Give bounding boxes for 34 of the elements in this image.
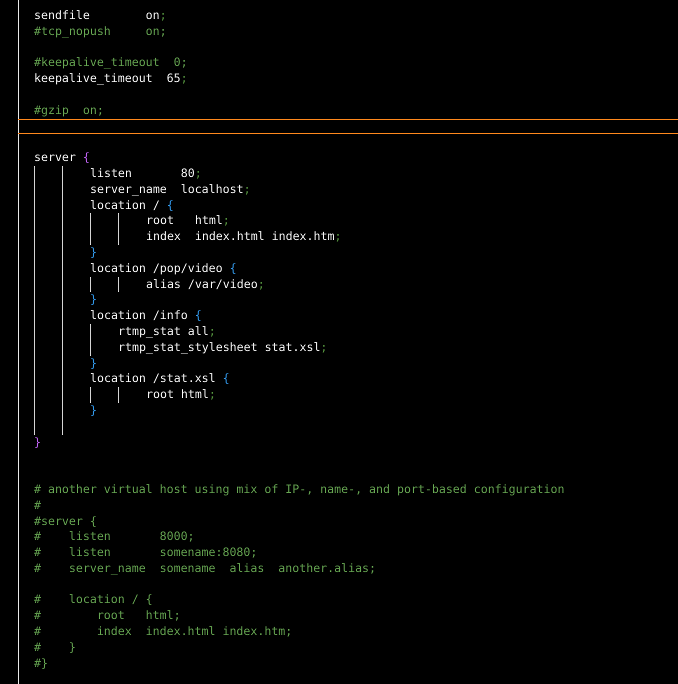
code-line: } [34,434,41,449]
code-line: listen 80; [90,166,202,180]
code-line: # another virtual host using mix of IP-, name-, and port-based configuration [34,482,564,496]
code-line: #} [34,656,48,670]
code-line: root html; [146,387,216,402]
code-line: #gzip on; [34,102,104,117]
code-line: rtmp_stat_stylesheet stat.xsl; [118,340,328,354]
code-line: location /pop/video { [90,260,237,275]
code-line: # [34,498,41,512]
code-line: server { [34,150,90,164]
code-line: } [90,292,97,306]
code-line: # location / { [34,592,153,606]
code-line: root html; [146,213,230,228]
code-line: index index.html index.htm; [146,229,342,244]
code-line: #tcp_nopush on; [34,24,167,38]
code-line: #keepalive_timeout 0; [34,55,188,70]
code-line: # } [34,640,76,654]
code-line: location /info { [90,308,202,322]
code-line: location / { [90,198,174,212]
code-line: sendfile on; [34,8,167,22]
code-line: # index index.html index.htm; [34,624,292,638]
code-line: keepalive_timeout 65; [34,71,188,86]
code-line: # listen somename:8080; [34,545,258,560]
code-line: rtmp_stat all; [118,324,216,338]
code-line: } [90,402,97,417]
code-line: # root html; [34,608,181,622]
code-line: location /stat.xsl { [90,371,230,386]
code-line: alias /var/video; [146,276,265,291]
code-line: server_name localhost; [90,182,251,196]
code-line: } [90,356,97,370]
code-line: } [90,244,97,259]
code-line: # listen 8000; [34,529,195,544]
code-line: #server { [34,514,97,528]
code-line: # server_name somename alias another.alias; [34,560,376,575]
